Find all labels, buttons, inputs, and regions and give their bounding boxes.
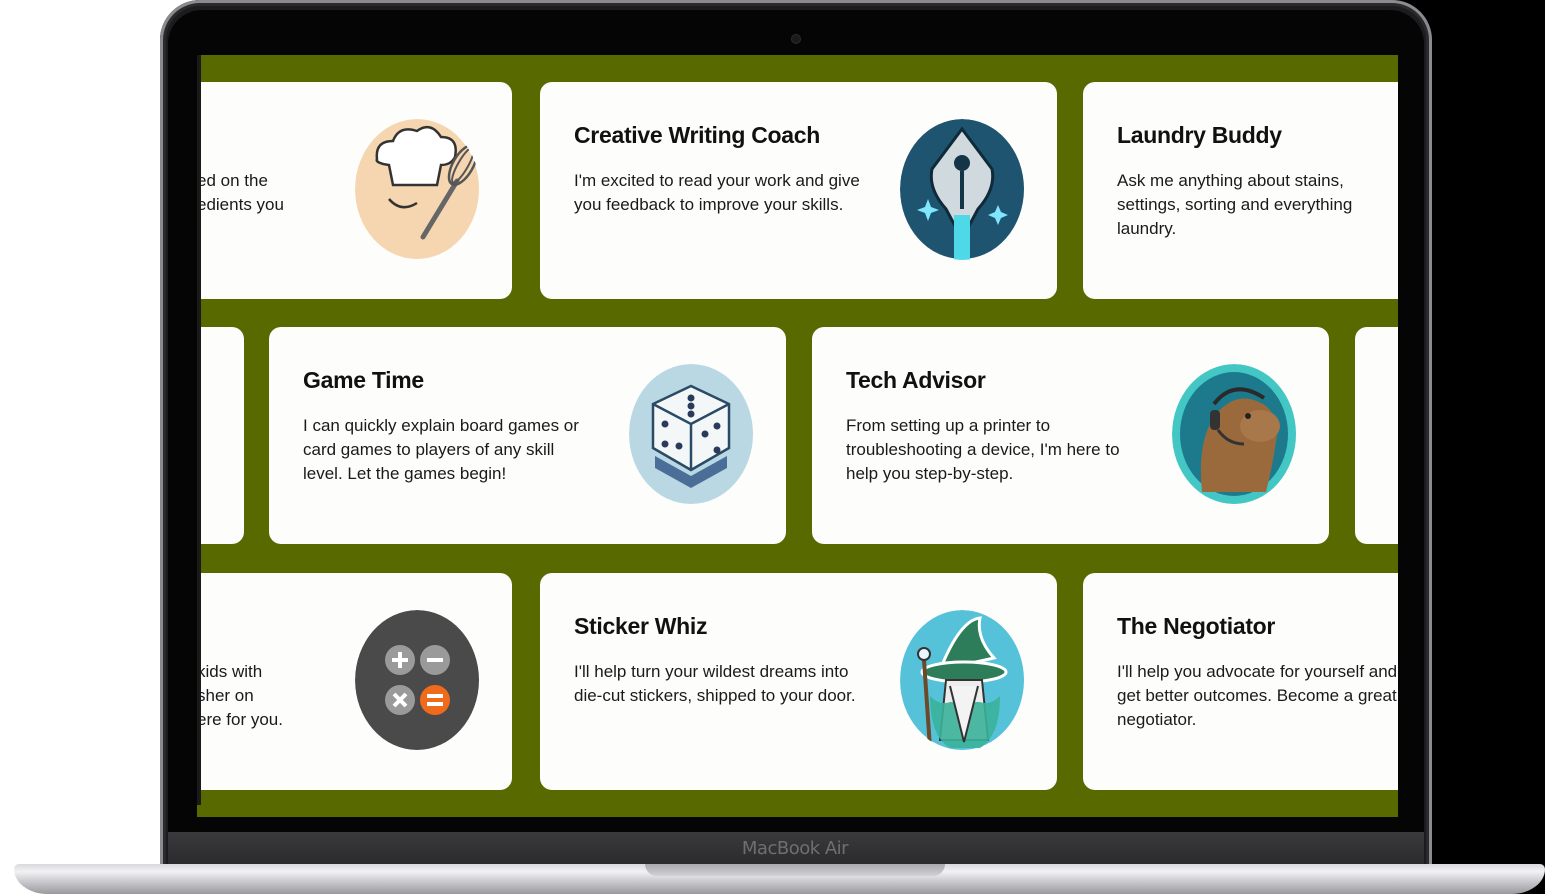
card-laundry-buddy[interactable]: Laundry Buddy Ask me anything about stai… <box>1083 82 1398 299</box>
capybara-headset-icon <box>1172 364 1297 505</box>
screen-edge <box>197 55 201 805</box>
card-title: Sticker Whiz <box>574 613 708 639</box>
card-desc-partial: ed on the edients you <box>197 169 317 217</box>
desc-line: ere for you. <box>197 710 283 729</box>
card-title: Tech Advisor <box>846 367 986 393</box>
card-sticker-whiz[interactable]: Sticker Whiz I'll help turn your wildest… <box>540 573 1057 790</box>
card-math-partial[interactable]: kids with sher on ere for you. <box>197 573 512 790</box>
wizard-icon <box>900 610 1025 751</box>
card-desc: I'm excited to read your work and give y… <box>574 171 860 214</box>
calculator-icon <box>355 610 480 751</box>
card-desc: From setting up a printer to troubleshoo… <box>846 416 1120 483</box>
card-game-time[interactable]: Game Time I can quickly explain board ga… <box>269 327 786 544</box>
card-desc: I can quickly explain board games or car… <box>303 416 579 483</box>
camera-icon <box>791 34 801 44</box>
desc-line: edients you <box>197 195 284 214</box>
card-desc: Ask me anything about stains, settings, … <box>1117 171 1353 238</box>
desc-line: kids with <box>197 662 263 681</box>
laptop-notch <box>645 864 945 876</box>
card-desc: I'll help you advocate for yourself and … <box>1117 662 1398 729</box>
desc-line: ed on the <box>197 171 268 190</box>
gpt-store-grid: ed on the edients you Creative Writing C… <box>197 55 1398 817</box>
card-creative-writing-coach[interactable]: Creative Writing Coach I'm excited to re… <box>540 82 1057 299</box>
card-title: The Negotiator <box>1117 613 1276 639</box>
desc-line: sher on <box>197 686 254 705</box>
card-chef-partial[interactable]: ed on the edients you <box>197 82 512 299</box>
card-title: Creative Writing Coach <box>574 122 821 148</box>
card-partial-left[interactable] <box>197 327 244 544</box>
card-tech-advisor[interactable]: Tech Advisor From setting up a printer t… <box>812 327 1329 544</box>
card-desc-partial: kids with sher on ere for you. <box>197 660 317 732</box>
card-desc: I'll help turn your wildest dreams into … <box>574 662 856 705</box>
fountain-pen-icon <box>900 119 1025 260</box>
card-title: Game Time <box>303 367 424 393</box>
card-the-negotiator[interactable]: The Negotiator I'll help you advocate fo… <box>1083 573 1398 790</box>
card-title: Laundry Buddy <box>1117 122 1282 148</box>
chef-whisk-icon <box>355 119 480 260</box>
dice-icon <box>629 364 754 505</box>
brand-label: MacBook Air <box>741 838 849 859</box>
card-partial-right[interactable] <box>1355 327 1398 544</box>
